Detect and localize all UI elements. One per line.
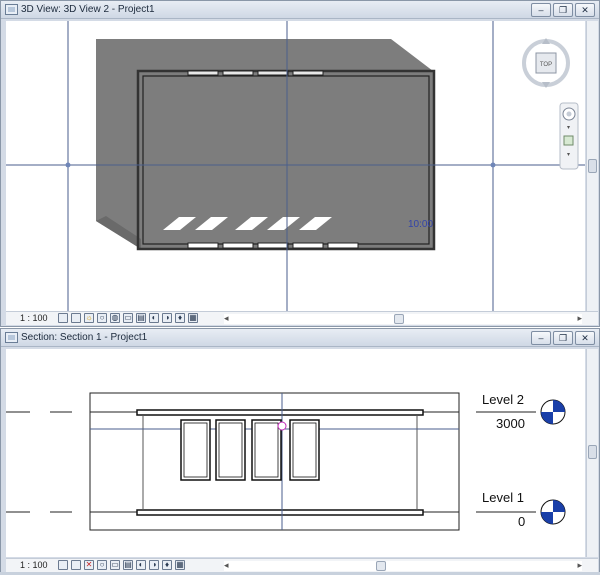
visual-style-icon[interactable] bbox=[71, 313, 81, 323]
view-control-bar-section: 1 : 100 ✕ ○ ▭ ▤ ◐ ◑ ♦ ▦ ◂ ▸ bbox=[6, 558, 598, 572]
shadows-icon[interactable]: ○ bbox=[97, 560, 107, 570]
scroll-right-arrow-section[interactable]: ▸ bbox=[577, 560, 582, 571]
analysis-display-icon[interactable]: ▦ bbox=[188, 313, 198, 323]
scroll-left-arrow-3d[interactable]: ◂ bbox=[224, 313, 229, 324]
reveal-hidden-icon[interactable]: ♦ bbox=[162, 560, 172, 570]
scroll-left-arrow-section[interactable]: ◂ bbox=[224, 560, 229, 571]
minimize-button[interactable]: – bbox=[531, 331, 551, 345]
app-icon bbox=[5, 4, 18, 15]
view-scale-section[interactable]: 1 : 100 bbox=[20, 560, 48, 570]
level-2-head-icon[interactable] bbox=[540, 399, 566, 425]
time-label: 10:00 bbox=[408, 219, 433, 230]
grid-handle-right[interactable] bbox=[490, 162, 496, 168]
shadows-icon[interactable]: ○ bbox=[97, 313, 107, 323]
level-2-name[interactable]: Level 2 bbox=[482, 392, 524, 407]
show-crop-icon[interactable]: ▤ bbox=[123, 560, 133, 570]
crop-view-icon[interactable]: ▭ bbox=[123, 313, 133, 323]
view-control-bar-3d: 1 : 100 ☼ ○ ◍ ▭ ▤ ◐ ◑ ♦ ▦ ◂ ▸ bbox=[6, 311, 598, 325]
lock-view-icon[interactable]: ◐ bbox=[136, 560, 146, 570]
svg-text:▾: ▾ bbox=[567, 125, 570, 131]
reveal-hidden-icon[interactable]: ♦ bbox=[175, 313, 185, 323]
lock-view-icon[interactable]: ◐ bbox=[149, 313, 159, 323]
sun-path-off-icon[interactable]: ✕ bbox=[84, 560, 94, 570]
analysis-display-icon[interactable]: ▦ bbox=[175, 560, 185, 570]
view-window-3d[interactable]: 3D View: 3D View 2 - Project1 – ❐ ✕ 10:0… bbox=[0, 0, 600, 327]
temporary-hide-icon[interactable]: ◑ bbox=[162, 313, 172, 323]
zoom-icon[interactable] bbox=[563, 135, 574, 146]
show-crop-icon[interactable]: ▤ bbox=[136, 313, 146, 323]
horizontal-scroll-thumb-3d[interactable] bbox=[394, 314, 404, 324]
level-1-elevation[interactable]: 0 bbox=[518, 514, 525, 529]
close-button[interactable]: ✕ bbox=[575, 3, 595, 17]
drawing-canvas-3d[interactable]: 10:00 TOP ▾ ▾ bbox=[6, 21, 585, 311]
vertical-scroll-thumb-3d[interactable] bbox=[588, 159, 597, 173]
temporary-hide-icon[interactable]: ◑ bbox=[149, 560, 159, 570]
vertical-scroll-thumb-section[interactable] bbox=[588, 445, 597, 459]
minimize-button[interactable]: – bbox=[531, 3, 551, 17]
vertical-scrollbar-3d[interactable] bbox=[586, 21, 598, 311]
detail-level-icon[interactable] bbox=[58, 313, 68, 323]
level-1-name[interactable]: Level 1 bbox=[482, 490, 524, 505]
titlebar-section[interactable]: Section: Section 1 - Project1 – ❐ ✕ bbox=[1, 329, 599, 347]
bottom-windows bbox=[187, 242, 359, 249]
horizontal-scrollbar-3d[interactable]: ◂ ▸ bbox=[224, 313, 582, 324]
window-title-3d: 3D View: 3D View 2 - Project1 bbox=[21, 4, 155, 15]
section-drawing: Level 2 3000 Level 1 0 bbox=[6, 392, 566, 531]
vertical-scrollbar-section[interactable] bbox=[586, 349, 598, 557]
roof-slab bbox=[136, 409, 424, 416]
selection-marker[interactable] bbox=[277, 421, 287, 431]
titlebar-3d[interactable]: 3D View: 3D View 2 - Project1 – ❐ ✕ bbox=[1, 1, 599, 19]
grid-handle-left[interactable] bbox=[65, 162, 71, 168]
drawing-canvas-section[interactable]: Level 2 3000 Level 1 0 bbox=[6, 349, 585, 557]
navigation-bar[interactable]: ▾ ▾ bbox=[559, 102, 579, 170]
viewcube-icon[interactable]: TOP bbox=[522, 38, 570, 88]
model-3d-drawing: 10:00 TOP ▾ ▾ bbox=[6, 21, 585, 311]
viewcube-face-label: TOP bbox=[540, 62, 552, 68]
restore-button[interactable]: ❐ bbox=[553, 331, 573, 345]
rendering-icon[interactable]: ◍ bbox=[110, 313, 120, 323]
close-button[interactable]: ✕ bbox=[575, 331, 595, 345]
level-2-elevation[interactable]: 3000 bbox=[496, 416, 525, 431]
sun-path-icon[interactable]: ☼ bbox=[84, 313, 94, 323]
restore-button[interactable]: ❐ bbox=[553, 3, 573, 17]
visual-style-icon[interactable] bbox=[71, 560, 81, 570]
horizontal-scrollbar-section[interactable]: ◂ ▸ bbox=[224, 560, 582, 571]
window-title-section: Section: Section 1 - Project1 bbox=[21, 332, 148, 343]
floor-slab bbox=[136, 509, 424, 516]
app-icon bbox=[5, 332, 18, 343]
crop-view-icon[interactable]: ▭ bbox=[110, 560, 120, 570]
view-scale-3d[interactable]: 1 : 100 bbox=[20, 313, 48, 323]
view-window-section[interactable]: Section: Section 1 - Project1 – ❐ ✕ Leve… bbox=[0, 328, 600, 575]
level-1-head-icon[interactable] bbox=[540, 499, 566, 525]
svg-text:▾: ▾ bbox=[567, 152, 570, 158]
detail-level-icon[interactable] bbox=[58, 560, 68, 570]
horizontal-scroll-thumb-section[interactable] bbox=[376, 561, 386, 571]
scroll-right-arrow-3d[interactable]: ▸ bbox=[577, 313, 582, 324]
